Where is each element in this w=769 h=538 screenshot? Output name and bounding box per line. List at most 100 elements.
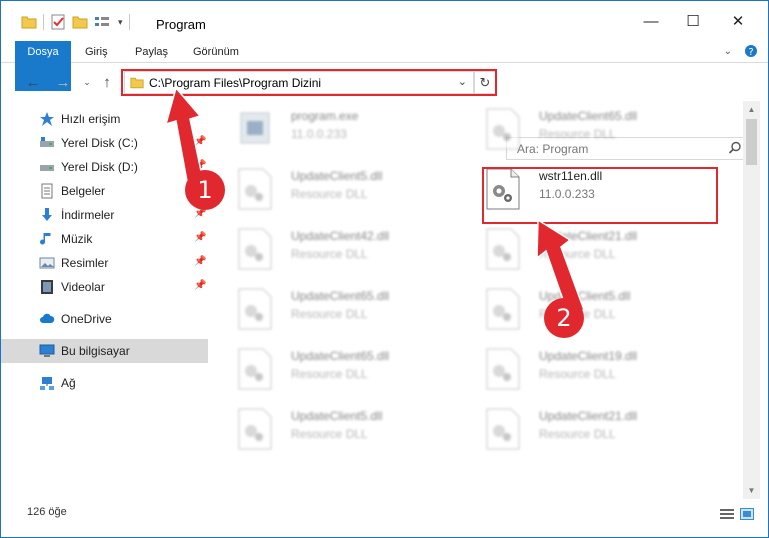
pin-icon[interactable]: 📌 (194, 136, 206, 147)
file-name: UpdateClient5.dll (291, 409, 383, 423)
nav-item-label: Bu bilgisayar (61, 344, 130, 358)
file-item[interactable]: UpdateClient5.dll Resource DLL (221, 403, 461, 453)
nav-item-downloads[interactable]: İndirmeler 📌 (1, 203, 208, 227)
file-item[interactable]: UpdateClient21.dll Resource DLL (469, 403, 709, 453)
file-item[interactable]: UpdateClient65.dll Resource DLL (469, 103, 709, 153)
tab-view[interactable]: Görünüm (193, 41, 239, 63)
pictures-icon (39, 257, 55, 269)
scroll-up-icon[interactable]: ▲ (743, 101, 760, 118)
nav-item-videos[interactable]: Videolar 📌 (1, 275, 208, 299)
vertical-scrollbar[interactable]: ▲ ▼ (743, 101, 760, 499)
dll-file-icon (486, 228, 520, 270)
file-name: UpdateClient42.dll (291, 229, 390, 243)
nav-item-label: Ağ (61, 376, 76, 390)
file-item[interactable]: UpdateClient19.dll Resource DLL (469, 343, 709, 393)
forward-arrow-icon[interactable]: → (53, 71, 73, 93)
nav-item-disk-c[interactable]: Yerel Disk (C:) 📌 (1, 131, 208, 155)
status-bar: 126 öğe (1, 501, 768, 537)
file-description: Resource DLL (291, 367, 368, 381)
step-2-badge: 2 (544, 298, 584, 338)
nav-item-label: Hızlı erişim (61, 112, 121, 126)
nav-item-label: Resimler (61, 256, 109, 270)
cloud-icon (40, 313, 55, 323)
dll-file-icon (238, 228, 272, 270)
nav-item-label: Müzik (61, 232, 93, 246)
videos-icon (41, 280, 53, 294)
file-name: UpdateClient5.dll (291, 169, 383, 183)
qat-dropdown-icon[interactable]: ▾ (118, 17, 123, 28)
nav-item-network[interactable]: Ağ (1, 371, 208, 395)
explorer-window: ▾ Program — ☐ ✕ Dosya Giriş Paylaş Görün… (0, 0, 769, 538)
ribbon-tabs: Dosya Giriş Paylaş Görünüm ⌄ ? (1, 41, 768, 91)
back-arrow-icon[interactable]: ← (23, 71, 43, 93)
view-toggle-group (720, 508, 754, 520)
file-name: UpdateClient65.dll (539, 109, 638, 123)
file-name: UpdateClient21.dll (539, 409, 638, 423)
view-options-icon[interactable] (94, 15, 112, 29)
tab-share[interactable]: Paylaş (135, 41, 168, 63)
pin-icon[interactable]: 📌 (194, 280, 206, 291)
dll-file-icon (238, 348, 272, 390)
file-description: Resource DLL (539, 247, 616, 261)
nav-item-onedrive[interactable]: OneDrive (1, 307, 208, 331)
minimize-button[interactable]: — (641, 11, 661, 31)
scrollbar-thumb[interactable] (746, 119, 757, 165)
file-item[interactable]: UpdateClient21.dll Resource DLL (469, 223, 709, 273)
file-item[interactable]: UpdateClient5.dll Resource DLL (469, 283, 709, 333)
drive-icon (40, 137, 54, 147)
nav-item-label: İndirmeler (61, 208, 115, 222)
expand-ribbon-icon[interactable]: ⌄ (724, 46, 732, 57)
new-folder-icon[interactable] (72, 15, 88, 29)
file-name: program.exe (291, 109, 359, 123)
address-highlight-box (121, 69, 497, 96)
nav-item-label: Videolar (61, 280, 105, 294)
properties-icon[interactable] (50, 14, 66, 30)
quick-access-toolbar: ▾ (21, 14, 130, 30)
recent-locations-icon[interactable]: ⌄ (77, 71, 97, 93)
help-icon[interactable]: ? (744, 44, 758, 58)
nav-item-documents[interactable]: Belgeler 📌 (1, 179, 208, 203)
folder-icon (21, 16, 37, 29)
dll-file-icon (486, 108, 520, 150)
dll-file-icon (238, 168, 272, 210)
file-name: UpdateClient65.dll (291, 289, 390, 303)
file-description: Resource DLL (291, 187, 368, 201)
dll-file-icon (486, 288, 520, 330)
dll-file-icon (486, 408, 520, 450)
nav-item-label: Belgeler (61, 184, 106, 198)
toolbar-separator (43, 14, 44, 30)
step-1-badge: 1 (185, 170, 225, 210)
nav-item-label: Yerel Disk (C:) (61, 136, 138, 150)
file-item[interactable]: program.exe 11.0.0.233 (221, 103, 461, 153)
file-item[interactable]: UpdateClient5.dll Resource DLL (221, 163, 461, 213)
toolbar-separator (128, 14, 130, 30)
file-item[interactable]: UpdateClient65.dll Resource DLL (221, 283, 461, 333)
pin-icon[interactable]: 📌 (194, 232, 206, 243)
exe-file-icon (240, 112, 270, 144)
scroll-down-icon[interactable]: ▼ (743, 482, 760, 499)
documents-icon (41, 183, 53, 199)
nav-item-this-pc[interactable]: Bu bilgisayar (1, 339, 208, 363)
nav-item-quick-access[interactable]: Hızlı erişim (1, 107, 208, 131)
computer-icon (39, 344, 55, 357)
title-bar: ▾ Program — ☐ ✕ (1, 1, 768, 39)
file-description: Resource DLL (539, 127, 616, 141)
file-name: UpdateClient65.dll (291, 349, 390, 363)
download-icon (42, 208, 52, 221)
music-icon (40, 233, 51, 245)
up-arrow-icon[interactable]: ↑ (97, 71, 117, 93)
nav-item-music[interactable]: Müzik 📌 (1, 227, 208, 251)
nav-item-pictures[interactable]: Resimler 📌 (1, 251, 208, 275)
large-icons-view-icon[interactable] (740, 508, 754, 520)
pin-icon[interactable]: 📌 (194, 256, 206, 267)
file-item[interactable]: UpdateClient65.dll Resource DLL (221, 343, 461, 393)
file-item[interactable]: UpdateClient42.dll Resource DLL (221, 223, 461, 273)
drive-icon (40, 165, 54, 171)
nav-item-disk-d[interactable]: Yerel Disk (D:) 📌 (1, 155, 208, 179)
maximize-button[interactable]: ☐ (683, 11, 703, 31)
tab-home[interactable]: Giriş (85, 41, 108, 63)
close-button[interactable]: ✕ (728, 11, 748, 31)
file-description: Resource DLL (539, 427, 616, 441)
details-view-icon[interactable] (720, 508, 734, 520)
dll-file-icon (486, 348, 520, 390)
